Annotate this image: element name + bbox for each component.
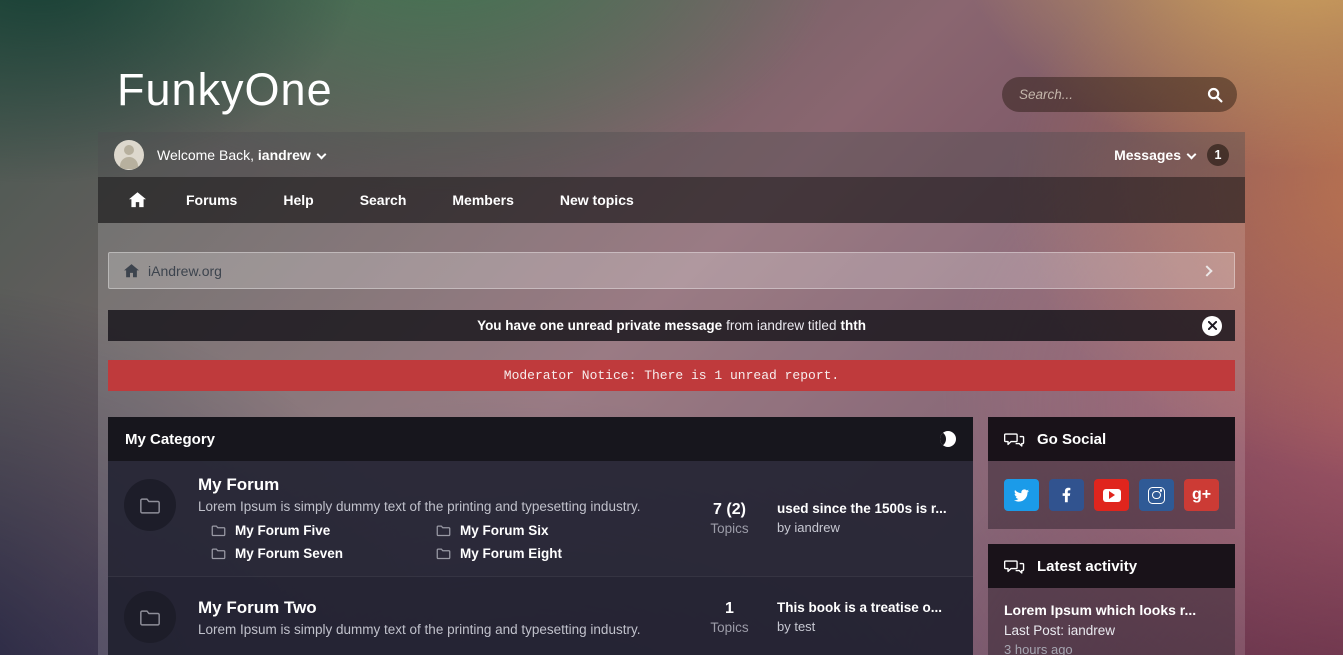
- subforum-link[interactable]: My Forum Eight: [436, 546, 682, 561]
- facebook-button[interactable]: [1049, 479, 1084, 511]
- latest-activity-header: Latest activity: [988, 544, 1235, 588]
- last-post-title-link[interactable]: This book is a treatise o...: [777, 600, 957, 615]
- youtube-icon: [1102, 488, 1121, 502]
- forum-avatar: [124, 479, 176, 531]
- forum-row: My Forum Two Lorem Ipsum is simply dummy…: [108, 576, 973, 655]
- last-post-author[interactable]: by test: [777, 619, 957, 634]
- folder-icon: [211, 547, 226, 560]
- forum-description: Lorem Ipsum is simply dummy text of the …: [198, 499, 641, 514]
- collapse-toggle-icon[interactable]: [940, 431, 956, 447]
- moderator-notice-text: Moderator Notice: There is 1 unread repo…: [503, 368, 840, 383]
- instagram-icon: [1148, 486, 1165, 504]
- folder-icon: [139, 608, 161, 627]
- facebook-icon: [1062, 487, 1071, 503]
- twitter-icon: [1013, 488, 1030, 503]
- main-nav: Forums Help Search Members New topics: [98, 177, 1245, 223]
- chevron-down-icon: [1186, 149, 1197, 160]
- moderator-notice-bar: Moderator Notice: There is 1 unread repo…: [108, 360, 1235, 391]
- comments-icon: [1004, 431, 1025, 448]
- pm-notice-subject[interactable]: thth: [840, 318, 865, 333]
- user-bar: Welcome Back, iandrew Messages 1: [98, 132, 1245, 177]
- last-post: used since the 1500s is r... by iandrew: [777, 501, 957, 535]
- close-icon[interactable]: [1202, 315, 1222, 336]
- youtube-button[interactable]: [1094, 479, 1129, 511]
- home-icon: [129, 192, 146, 208]
- welcome-text: Welcome Back,: [157, 146, 254, 163]
- comments-icon: [1004, 558, 1025, 575]
- messages-label: Messages: [1114, 146, 1181, 163]
- latest-activity-widget: Latest activity Lorem Ipsum which looks …: [988, 544, 1235, 655]
- topics-label: Topics: [710, 520, 749, 536]
- last-post-author[interactable]: by iandrew: [777, 520, 957, 535]
- topics-label: Topics: [710, 619, 749, 635]
- last-post: This book is a treatise o... by test: [777, 600, 957, 634]
- forum-stats: 1 Topics: [682, 600, 777, 635]
- nav-item-forums[interactable]: Forums: [163, 177, 260, 223]
- topics-count: 1: [725, 599, 734, 617]
- chevron-down-icon: [316, 149, 327, 160]
- subforum-label: My Forum Five: [235, 523, 331, 538]
- instagram-button[interactable]: [1139, 479, 1174, 511]
- folder-icon: [211, 524, 226, 537]
- go-social-widget: Go Social g+: [988, 417, 1235, 529]
- messages-count-badge[interactable]: 1: [1207, 143, 1229, 166]
- google-plus-icon: g+: [1191, 486, 1212, 503]
- home-icon: [124, 263, 139, 278]
- site-logo[interactable]: FunkyOne: [117, 64, 333, 116]
- board-wrapper: Welcome Back, iandrew Messages 1 Forums: [98, 132, 1245, 655]
- subforum-label: My Forum Eight: [460, 546, 562, 561]
- nav-item-members[interactable]: Members: [429, 177, 536, 223]
- subforum-label: My Forum Seven: [235, 546, 344, 561]
- pm-notice-lead: You have one unread private message: [477, 318, 723, 333]
- chevron-right-icon[interactable]: [1201, 264, 1213, 277]
- breadcrumb-site[interactable]: iAndrew.org: [148, 263, 222, 279]
- latest-activity-list: Lorem Ipsum which looks r... Last Post: …: [988, 588, 1235, 655]
- social-buttons: g+: [988, 461, 1235, 529]
- nav-home-button[interactable]: [112, 177, 163, 223]
- subforum-link[interactable]: My Forum Five: [211, 523, 436, 538]
- search-input[interactable]: [1019, 87, 1207, 102]
- activity-time: 3 hours ago: [1004, 642, 1073, 655]
- category-header: My Category: [108, 417, 973, 461]
- go-social-header: Go Social: [988, 417, 1235, 461]
- folder-icon: [436, 547, 451, 560]
- forum-title-link[interactable]: My Forum: [198, 475, 682, 495]
- last-post-title-link[interactable]: used since the 1500s is r...: [777, 501, 957, 516]
- subforum-label: My Forum Six: [460, 523, 549, 538]
- latest-activity-title: Latest activity: [1037, 557, 1138, 575]
- activity-item: Lorem Ipsum which looks r... Last Post: …: [1004, 602, 1219, 655]
- avatar[interactable]: [114, 139, 144, 170]
- nav-item-search[interactable]: Search: [337, 177, 430, 223]
- page: FunkyOne Welcome Back, iandrew Messages …: [0, 0, 1343, 655]
- pm-notice-bar: You have one unread private message from…: [108, 310, 1235, 341]
- folder-icon: [436, 524, 451, 537]
- activity-thread-link[interactable]: Lorem Ipsum which looks r...: [1004, 602, 1219, 618]
- nav-item-new-topics[interactable]: New topics: [537, 177, 657, 223]
- category-title: My Category: [125, 430, 216, 448]
- pm-notice-middle: from iandrew titled: [726, 318, 837, 333]
- google-plus-button[interactable]: g+: [1184, 479, 1219, 511]
- go-social-title: Go Social: [1037, 430, 1107, 448]
- subforum-list: My Forum Five My Forum Six My Forum Seve…: [211, 523, 682, 561]
- forum-avatar: [124, 591, 176, 643]
- nav-item-help[interactable]: Help: [260, 177, 336, 223]
- forum-row: My Forum Lorem Ipsum is simply dummy tex…: [108, 461, 973, 576]
- activity-last-post[interactable]: Last Post: iandrew: [1004, 623, 1219, 638]
- topics-count: 7 (2): [713, 500, 746, 518]
- messages-menu[interactable]: Messages: [1114, 146, 1197, 163]
- forum-stats: 7 (2) Topics: [682, 501, 777, 536]
- breadcrumb[interactable]: iAndrew.org: [108, 252, 1235, 289]
- forum-title-link[interactable]: My Forum Two: [198, 598, 682, 618]
- subforum-link[interactable]: My Forum Six: [436, 523, 682, 538]
- forum-description: Lorem Ipsum is simply dummy text of the …: [198, 621, 641, 637]
- folder-icon: [139, 496, 161, 515]
- search-icon[interactable]: [1207, 87, 1223, 103]
- subforum-link[interactable]: My Forum Seven: [211, 546, 436, 561]
- sidebar: Go Social g+ Latest activity Lorem Ipsum…: [988, 417, 1235, 655]
- welcome-menu[interactable]: Welcome Back, iandrew: [157, 146, 327, 163]
- username: iandrew: [257, 146, 311, 163]
- twitter-button[interactable]: [1004, 479, 1039, 511]
- category-panel: My Category My Forum Lorem Ipsum is simp…: [108, 417, 973, 655]
- search-box[interactable]: [1002, 77, 1237, 112]
